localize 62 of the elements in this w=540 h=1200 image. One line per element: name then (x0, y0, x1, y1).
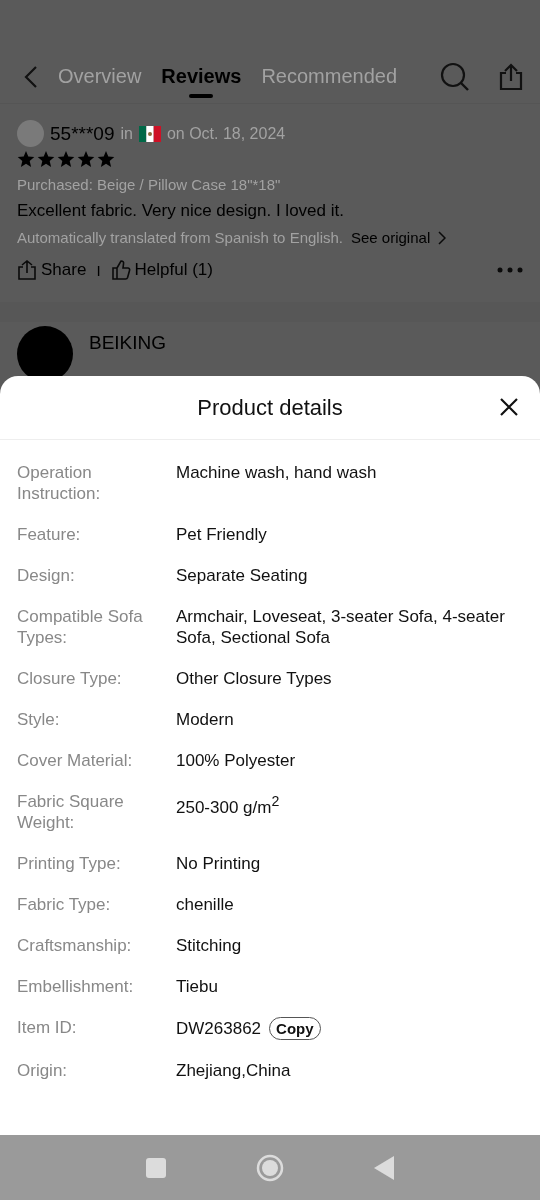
detail-value: 100% Polyester (176, 750, 296, 771)
detail-label: Cover Material: (17, 750, 134, 771)
chevron-right-icon (438, 230, 447, 245)
star-icon (17, 151, 35, 168)
detail-label: Compatible Sofa Types: (17, 606, 144, 648)
back-nav-icon[interactable] (374, 1155, 394, 1180)
detail-label: Feature: (17, 524, 82, 545)
detail-label: Fabric Type: (17, 894, 112, 915)
review-text: Excellent fabric. Very nice design. I loved it. (17, 201, 345, 221)
detail-value: chenille (176, 894, 234, 915)
home-icon[interactable] (256, 1153, 284, 1182)
search-icon[interactable] (440, 61, 470, 92)
back-icon[interactable] (24, 64, 38, 89)
detail-value: Modern (176, 709, 234, 730)
share-icon[interactable] (498, 62, 524, 91)
detail-value: Armchair, Loveseat, 3-seater Sofa, 4-seater Sofa, Sectional Sofa (176, 606, 506, 648)
star-icon (57, 151, 75, 168)
separator-text: I (96, 261, 101, 279)
detail-label: Item ID: (17, 1017, 78, 1038)
user-name: 55***09 (50, 122, 115, 145)
more-icon[interactable] (497, 267, 523, 273)
share-icon[interactable] (17, 260, 37, 280)
copy-button[interactable]: Copy (269, 1017, 321, 1040)
detail-label: Fabric Square Weight: (17, 791, 125, 833)
detail-value: Stitching (176, 935, 242, 956)
see-original-link[interactable]: See original (351, 229, 431, 246)
detail-value: Tiebu (176, 976, 218, 997)
detail-label: Craftsmanship: (17, 935, 133, 956)
nav-tab[interactable]: Overview (58, 55, 142, 98)
nav-tab[interactable]: Reviews (161, 55, 242, 98)
close-icon[interactable] (500, 398, 518, 416)
detail-value: DW263862 (176, 1018, 262, 1039)
thumbs-up-icon[interactable] (110, 260, 131, 280)
reviewer-name: BEIKING (89, 332, 167, 354)
detail-label: Closure Type: (17, 668, 123, 689)
nav-tab[interactable]: Recommended (261, 55, 398, 98)
detail-value: Other Closure Types (176, 668, 332, 689)
detail-label: Design: (17, 565, 76, 586)
helpful-button[interactable]: Helpful (1) (134, 260, 213, 280)
star-icon (97, 151, 115, 168)
flag-icon (138, 125, 161, 142)
share-button[interactable]: Share (41, 260, 87, 280)
detail-label: Printing Type: (17, 853, 122, 874)
detail-value: No Printing (176, 853, 261, 874)
sheet-title: Product details (197, 394, 343, 421)
translation-note: Automatically translated from Spanish to English. (17, 229, 343, 246)
detail-value: Separate Seating (176, 565, 308, 586)
detail-value: Pet Friendly (176, 524, 267, 545)
detail-value: Zhejiang,China (176, 1060, 291, 1081)
user-avatar (17, 120, 44, 147)
purchased-variant: Purchased: Beige / Pillow Case 18"*18" (17, 176, 282, 193)
review-date: on Oct. 18, 2024 (166, 124, 286, 143)
detail-label: Origin: (17, 1060, 69, 1081)
detail-label: Embellishment: (17, 976, 135, 997)
detail-label: Operation Instruction: (17, 462, 102, 504)
recents-icon[interactable] (146, 1157, 166, 1178)
detail-value: Machine wash, hand wash (176, 462, 377, 483)
star-icon (77, 151, 95, 168)
detail-label: Style: (17, 709, 61, 730)
in-text: in (120, 124, 133, 143)
star-icon (37, 151, 55, 168)
detail-value: 250-300 g/m$^{2}$ (176, 792, 280, 818)
